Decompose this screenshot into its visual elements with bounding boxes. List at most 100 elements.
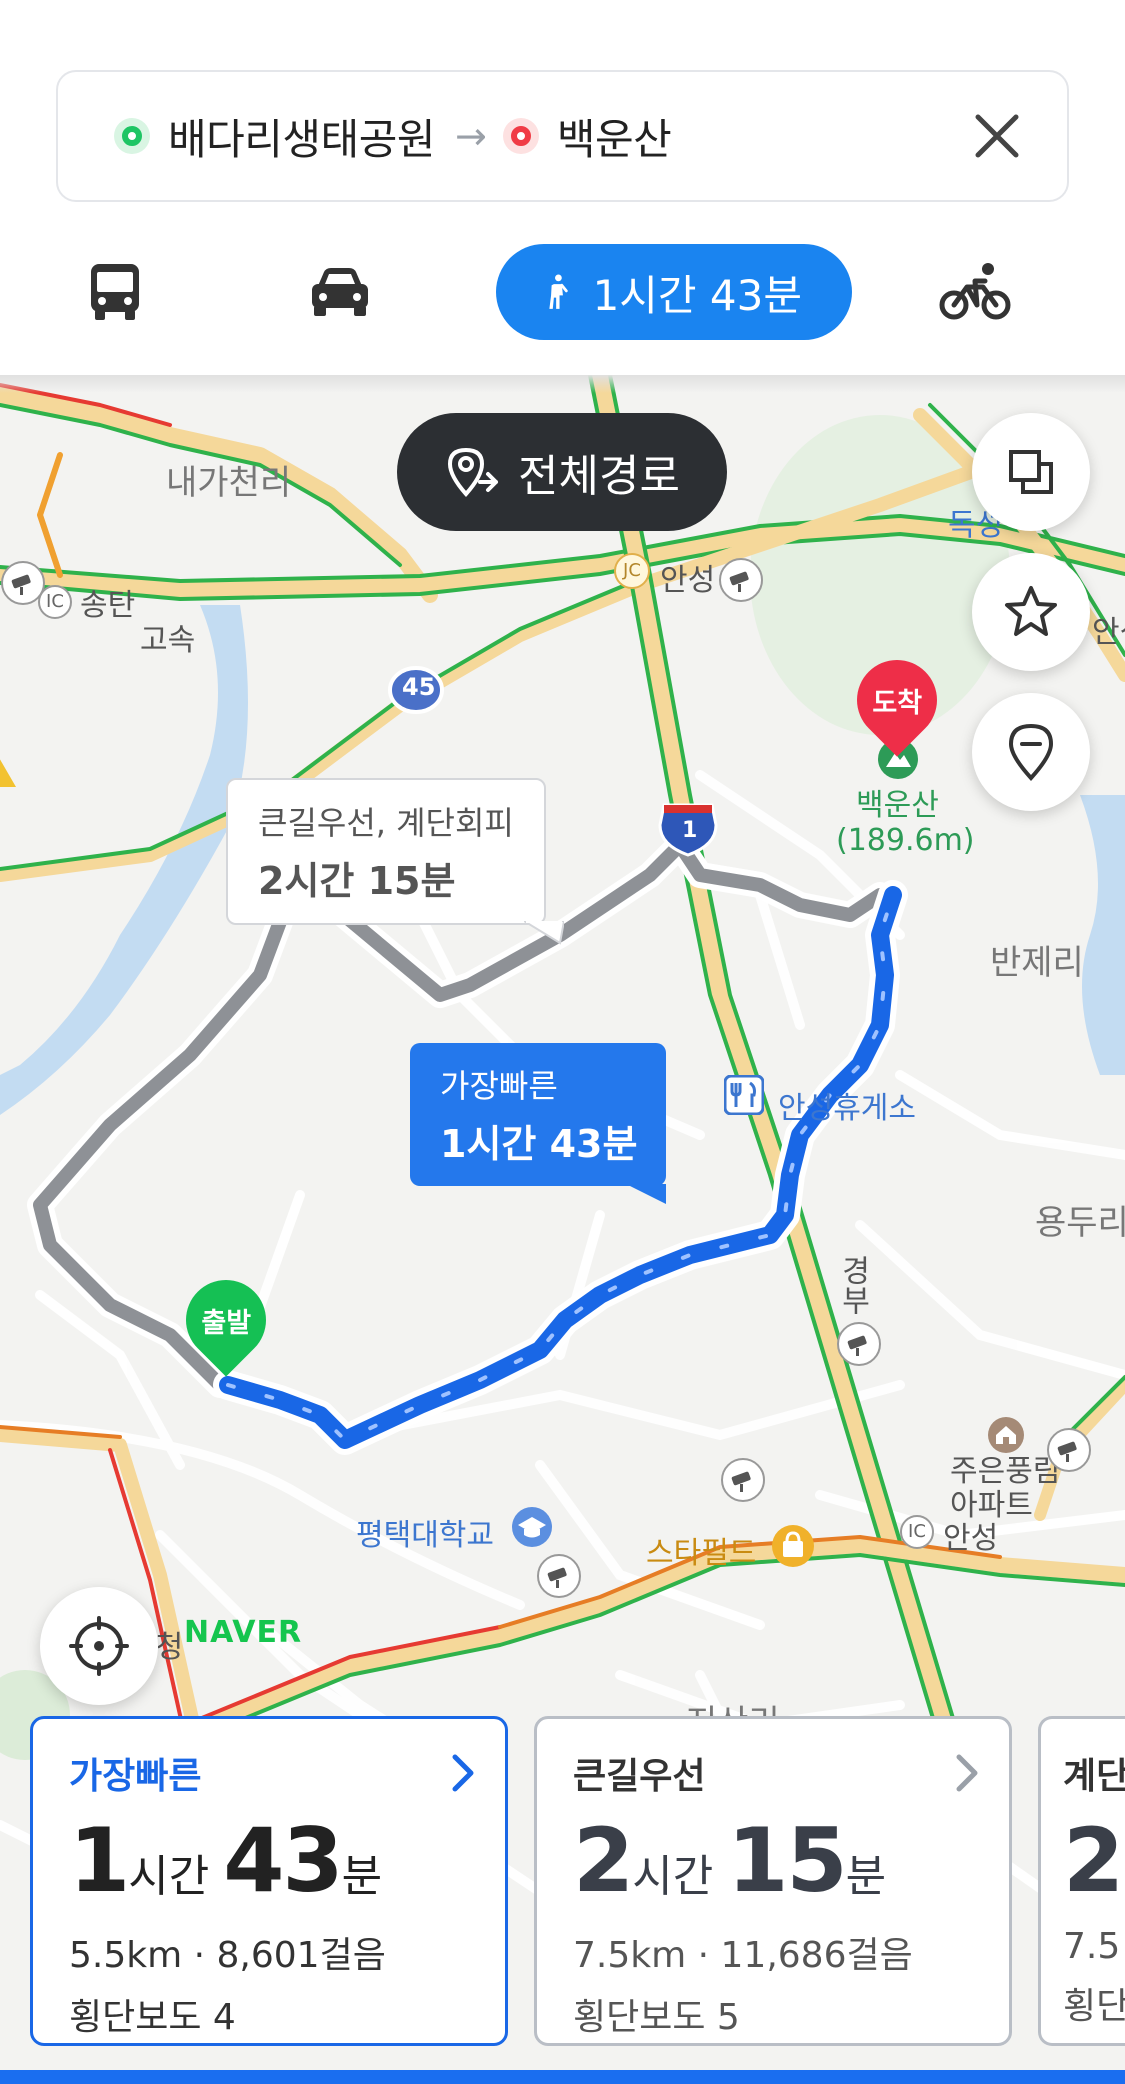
route-card-crosswalks: 횡단보도 5 <box>573 1997 740 2038</box>
route-search-bar[interactable]: 배다리생태공원 → 백운산 <box>56 70 1069 202</box>
duration-hours-unit: 시간 <box>632 1851 714 1902</box>
walk-icon <box>549 274 568 309</box>
route-card-crosswalks: 횡단 <box>1063 1986 1125 2027</box>
label-starfield: 스타필드 <box>646 1536 757 1571</box>
university-icon[interactable] <box>510 1505 554 1549</box>
my-location-button[interactable] <box>40 1587 158 1705</box>
apartment-icon[interactable] <box>986 1415 1026 1455</box>
route-options: 가장빠른 1시간 43분 5.5km · 8,601걸음 횡단보도 4 큰길우선 … <box>0 1716 1125 2056</box>
full-route-button[interactable]: 전체경로 <box>397 413 727 531</box>
car-icon <box>312 268 368 316</box>
close-icon <box>975 114 1019 158</box>
transport-mode-tabs: 1시간 43분 <box>0 240 1125 340</box>
label-anseong-right: 안성 <box>1092 615 1125 650</box>
location-pin-button[interactable] <box>972 693 1090 811</box>
location-minus-icon <box>1008 723 1054 781</box>
route-card-fastest[interactable]: 가장빠른 1시간 43분 5.5km · 8,601걸음 횡단보도 4 <box>30 1716 508 2046</box>
duration-minutes-unit: 분 <box>341 1851 383 1902</box>
route-card-title: 계단 <box>1063 1756 1125 1797</box>
cctv-icon[interactable] <box>720 1457 766 1503</box>
cctv-icon[interactable] <box>836 1321 882 1367</box>
start-pin[interactable]: 출발 <box>169 1263 283 1377</box>
tab-walk[interactable]: 1시간 43분 <box>496 244 852 340</box>
origin-marker-icon <box>114 118 150 154</box>
route-overview-icon <box>448 447 499 498</box>
alt-route-bubble-time: 2시간 15분 <box>258 859 456 903</box>
route-card-title: 가장빠른 <box>69 1756 202 1797</box>
origin-name[interactable]: 배다리생태공원 <box>168 106 435 167</box>
label-gyeongbu: 경부 <box>835 1255 870 1315</box>
destination-marker-icon <box>502 118 539 154</box>
label-rest-area: 안성휴게소 <box>778 1091 916 1126</box>
walk-duration-label: 1시간 43분 <box>592 270 802 320</box>
close-button[interactable] <box>967 106 1027 166</box>
route-1-label: 1 <box>682 818 698 843</box>
duration-hours: 2 <box>1063 1809 1124 1912</box>
label-baegunsan: 백운산 <box>856 788 939 823</box>
label-pyeongtaek-univ: 평택대학교 <box>356 1518 494 1553</box>
label-elevation: (189.6m) <box>836 823 975 858</box>
route-steps: 8,601걸음 <box>216 1935 386 1976</box>
bottom-action-bar[interactable] <box>0 2070 1125 2084</box>
route-steps: 11,686걸음 <box>720 1935 913 1976</box>
cctv-icon[interactable] <box>0 560 46 606</box>
full-route-label: 전체경로 <box>518 451 680 502</box>
route-distance: 7.5 <box>1063 1926 1121 1967</box>
fastest-route-bubble-time: 1시간 43분 <box>440 1122 638 1166</box>
crosshair-icon <box>69 1616 129 1676</box>
chevron-right-icon <box>956 1754 978 1792</box>
label-banjeri: 반제리 <box>990 943 1084 983</box>
end-pin-label: 도착 <box>872 687 922 719</box>
duration-minutes: 15 <box>727 1809 847 1912</box>
route-45-label: 45 <box>402 673 436 701</box>
route-card-crosswalks: 횡단보도 4 <box>69 1997 236 2038</box>
star-icon <box>1005 586 1057 636</box>
naver-logo: NAVER <box>184 1615 303 1650</box>
favorite-button[interactable] <box>972 553 1090 671</box>
route-card-distance-steps: 5.5km · 8,601걸음 <box>69 1935 386 1976</box>
label-anseong-jc: 안성 <box>660 563 716 598</box>
layers-icon <box>1009 450 1053 494</box>
route-distance: 7.5km <box>573 1935 687 1976</box>
restaurant-icon[interactable] <box>724 1075 764 1115</box>
fastest-route-bubble[interactable]: 가장빠른 1시간 43분 <box>410 1043 666 1204</box>
route-card-duration: 1시간 43분 <box>69 1809 469 1912</box>
tab-transit[interactable] <box>80 244 150 340</box>
shopping-icon[interactable] <box>770 1523 816 1569</box>
duration-hours: 1 <box>69 1809 130 1912</box>
alt-route-bubble[interactable]: 큰길우선, 계단회피 2시간 15분 <box>226 778 564 945</box>
route-card-duration: 2 <box>1063 1809 1124 1912</box>
alt-route-bubble-option: 큰길우선, 계단회피 <box>258 804 514 842</box>
duration-hours: 2 <box>573 1809 634 1912</box>
route-arrow-icon: → <box>454 114 487 158</box>
fastest-route-bubble-option: 가장빠른 <box>440 1067 558 1105</box>
end-pin[interactable]: 도착 <box>840 643 954 757</box>
chevron-right-icon <box>452 1754 474 1792</box>
route-card-stairs-avoid[interactable]: 계단 2 7.5 횡단 <box>1038 1716 1125 2046</box>
label-songtan: 송탄 <box>80 588 136 623</box>
label-naega: 내가천리 <box>166 463 292 503</box>
duration-hours-unit: 시간 <box>128 1851 210 1902</box>
bicycle-icon <box>939 263 1011 320</box>
ic-badge-anseong: IC <box>900 1515 934 1549</box>
cctv-icon[interactable] <box>718 557 764 603</box>
label-anseong-ic: 안성 <box>943 1521 999 1556</box>
tab-bicycle[interactable] <box>935 244 1015 340</box>
cctv-icon[interactable] <box>536 1553 582 1599</box>
start-pin-label: 출발 <box>201 1307 251 1339</box>
route-card-title: 큰길우선 <box>573 1756 706 1797</box>
route-card-distance-steps: 7.5km · 11,686걸음 <box>573 1935 913 1976</box>
label-gosok: 고속 <box>140 623 196 658</box>
label-yongduri: 용두리 <box>1035 1203 1125 1243</box>
cctv-icon[interactable] <box>1046 1427 1092 1473</box>
route-card-duration: 2시간 15분 <box>573 1809 973 1912</box>
destination-name[interactable]: 백운산 <box>557 106 672 167</box>
layers-button[interactable] <box>972 413 1090 531</box>
duration-minutes-unit: 분 <box>845 1851 887 1902</box>
jc-badge-anseong: JC <box>614 553 650 589</box>
warning-icon <box>0 759 16 787</box>
duration-minutes: 43 <box>223 1809 343 1912</box>
route-distance: 5.5km <box>69 1935 183 1976</box>
route-card-main-road[interactable]: 큰길우선 2시간 15분 7.5km · 11,686걸음 횡단보도 5 <box>534 1716 1012 2046</box>
tab-car[interactable] <box>305 244 375 340</box>
